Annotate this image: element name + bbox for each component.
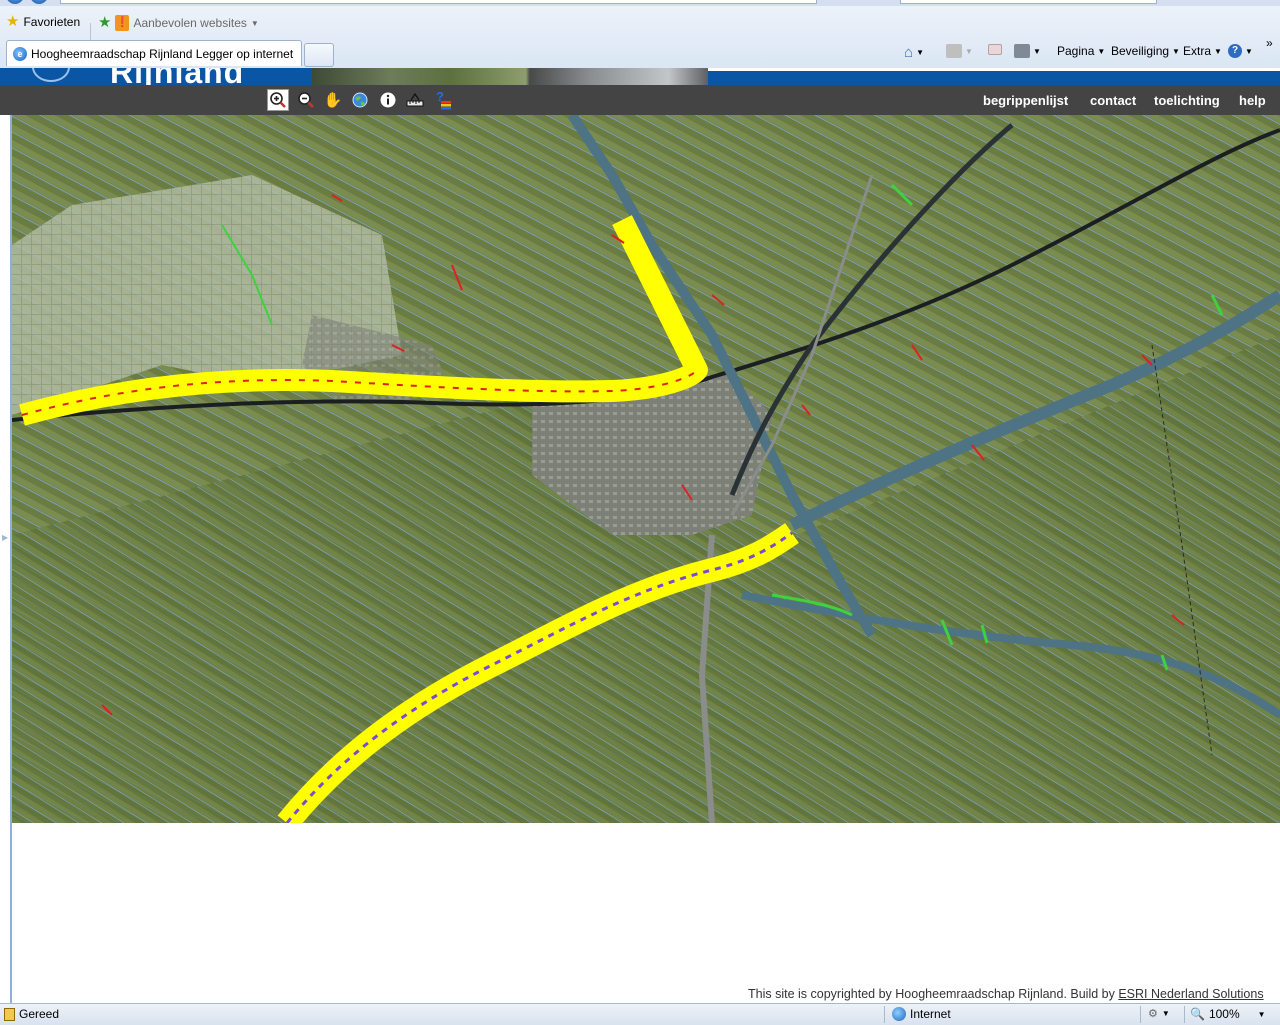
zoom-magnifier-icon: 🔍 [1190,1007,1205,1021]
identify-tool[interactable] [377,89,399,111]
forward-button[interactable] [30,0,48,4]
site-logo-text: Rijnland [110,68,244,85]
favorites-label: Favorieten [23,15,81,29]
tab-row: e Hoogheemraadschap Rijnland Legger op i… [0,36,1280,68]
suggested-sites-button[interactable]: ★ ❗ Aanbevolen websites ▼ [98,15,259,31]
collapse-arrow-icon: ▶ [2,533,9,542]
nav-link-help[interactable]: help [1239,93,1266,108]
chevron-down-icon: ▼ [1161,1009,1170,1018]
tab-active[interactable]: e Hoogheemraadschap Rijnland Legger op i… [6,40,302,66]
protected-mode-button[interactable]: ⚙ ▼ [1148,1007,1170,1020]
home-button[interactable]: ⌂ ▼ [904,44,924,61]
zoom-in-icon [270,92,286,108]
aerial-map-canvas [12,115,1280,823]
status-divider [1184,1006,1185,1023]
chevron-down-icon: ▼ [1214,46,1222,56]
address-strip [0,0,1280,6]
page-menu-label: Pagina [1057,44,1095,58]
status-divider [884,1006,885,1023]
measure-icon [406,92,424,107]
pan-tool[interactable]: ✋ [322,89,344,111]
page-status-icon [4,1007,15,1021]
mail-icon [988,44,1002,55]
protected-mode-icon: ⚙ [1148,1008,1158,1020]
security-menu-label: Beveiliging [1111,44,1170,58]
full-extent-globe-icon [352,92,368,108]
zoom-out-tool[interactable] [295,89,317,111]
security-zone[interactable]: Internet [892,1007,951,1021]
chevron-down-icon: ▼ [250,18,259,28]
nav-link-explanation[interactable]: toelichting [1154,93,1220,108]
tab-title: Hoogheemraadschap Rijnland Legger op int… [31,46,294,61]
address-bar[interactable] [60,0,817,4]
suggested-sites-label: Aanbevolen websites [133,16,247,30]
search-box[interactable] [900,0,1157,4]
side-panel-splitter[interactable]: ▶ [0,115,12,1003]
status-text: Gereed [19,1007,60,1021]
map-view[interactable] [12,115,1280,823]
rss-feed-icon [946,44,962,58]
zoom-in-tool[interactable] [267,89,289,111]
pan-hand-icon: ✋ [323,92,343,109]
favorites-star-icon: ★ [6,13,20,30]
info-icon [380,92,396,108]
status-bar: Gereed Internet ⚙ ▼ 🔍 100% ▼ [0,1003,1280,1025]
status-divider [1140,1006,1141,1023]
nav-link-contact[interactable]: contact [1090,93,1136,108]
help-icon: ? [1228,44,1242,58]
new-tab-button[interactable] [304,43,334,67]
chevron-down-icon: ▼ [1033,46,1041,56]
esri-link[interactable]: ESRI Nederland Solutions [1118,987,1263,1001]
more-commands-button[interactable]: » [1266,36,1273,50]
banner-brand-area: Rijnland [0,68,312,85]
favorites-button[interactable]: ★ Favorieten [6,13,81,30]
rijnland-logo-emblem [32,68,70,82]
legend-layers-icon: ? [436,90,451,110]
security-menu[interactable]: Beveiliging ▼ [1111,44,1180,58]
chevron-down-icon: ▼ [965,46,973,56]
security-zone-label: Internet [910,1007,951,1021]
banner-photo [312,68,708,85]
favorites-bar: ★ Favorieten ★ ❗ Aanbevolen websites ▼ [0,10,1280,41]
chevron-down-icon: ▼ [1172,46,1180,56]
chevron-down-icon: ▼ [1245,46,1253,56]
print-button[interactable]: ▼ [1014,44,1041,58]
zoom-level-label: 100% [1208,1007,1240,1021]
banner-top-strip [708,68,1280,71]
chevron-down-icon: ▼ [1097,46,1106,56]
map-toolbar: ✋ ? begrippenlijst contact toelichting h… [0,85,1280,115]
help-menu[interactable]: ? ▼ [1228,44,1253,58]
page-menu[interactable]: Pagina ▼ [1057,44,1105,58]
more-chevron-icon: » [1266,36,1273,50]
zoom-out-icon [298,92,314,108]
add-favorite-icon: ★ [98,14,112,31]
mail-button[interactable] [988,44,1002,55]
full-extent-tool[interactable] [349,89,371,111]
browser-chrome: ★ Favorieten ★ ❗ Aanbevolen websites ▼ e… [0,0,1280,69]
status-message: Gereed [4,1007,59,1021]
legend-tool[interactable]: ? [432,89,454,111]
copyright-notice: This site is copyrighted by Hoogheemraad… [748,987,1264,1001]
chevron-down-icon: ▼ [916,48,924,57]
tools-menu-label: Extra [1183,44,1212,58]
chevron-down-icon: ▼ [1257,1009,1266,1019]
tools-menu[interactable]: Extra ▼ [1183,44,1222,58]
feeds-button[interactable]: ▼ [946,44,973,58]
suggested-sites-icon: ❗ [115,15,130,31]
measure-tool[interactable] [404,89,426,111]
copyright-text: This site is copyrighted by Hoogheemraad… [748,987,1119,1001]
ie-page-icon: e [13,46,27,61]
site-banner: Rijnland [0,68,1280,85]
globe-icon [892,1007,906,1021]
zoom-level-button[interactable]: 🔍 100% ▼ [1190,1007,1266,1021]
home-icon: ⌂ [904,44,914,61]
printer-icon [1014,44,1030,58]
nav-link-glossary[interactable]: begrippenlijst [983,93,1068,108]
back-button[interactable] [6,0,24,4]
